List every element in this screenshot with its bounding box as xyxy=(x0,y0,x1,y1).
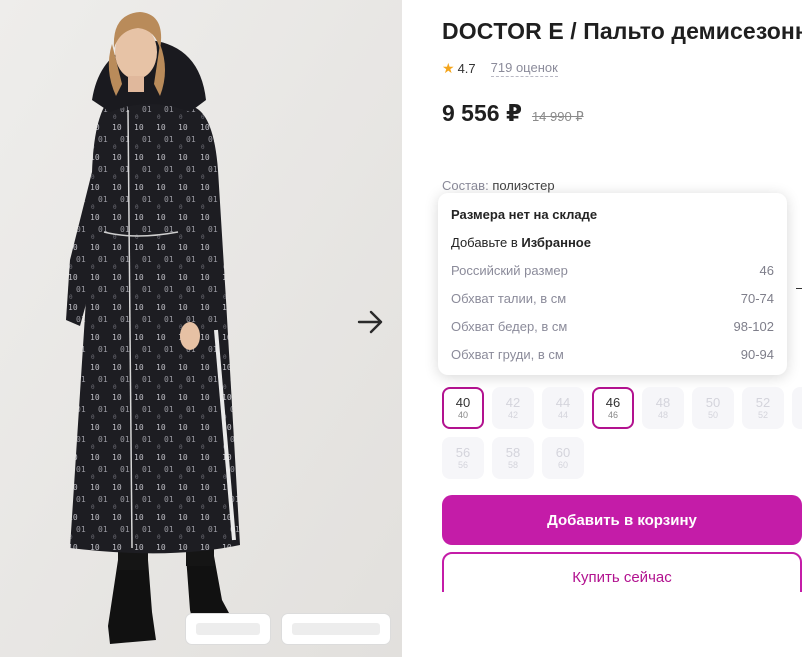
row-label: Обхват груди, в см xyxy=(451,347,564,362)
reviews-link[interactable]: 719 оценок xyxy=(490,60,558,77)
next-image-button[interactable] xyxy=(352,304,388,340)
composition-label: Состав: xyxy=(442,178,489,193)
size-sublabel: 44 xyxy=(557,410,568,420)
size-option-44[interactable]: 44 44 xyxy=(542,387,584,429)
size-sublabel: 60 xyxy=(557,460,568,470)
size-sublabel: 42 xyxy=(507,410,518,420)
size-label: 44 xyxy=(555,395,571,410)
size-label: 50 xyxy=(705,395,721,410)
size-option-54[interactable]: 54 54 xyxy=(792,387,802,429)
thumbnail-placeholder xyxy=(292,623,380,635)
size-option-56[interactable]: 56 56 xyxy=(442,437,484,479)
tooltip-row: Обхват талии, в см 70-74 xyxy=(451,291,774,306)
composition-value: полиэстер xyxy=(492,178,555,193)
favorites-prefix: Добавьте в xyxy=(451,235,518,250)
tooltip-row: Российский размер 46 xyxy=(451,263,774,278)
star-icon: ★ xyxy=(442,60,455,76)
product-title: DOCTOR E / Пальто демисезонное xyxy=(442,18,802,44)
favorites-link[interactable]: Избранное xyxy=(521,235,591,250)
size-sublabel: 48 xyxy=(657,410,668,420)
row-label: Обхват бедер, в см xyxy=(451,319,568,334)
size-sublabel: 40 xyxy=(457,410,468,420)
product-gallery: 10 01 0 xyxy=(0,0,402,657)
divider xyxy=(796,288,802,289)
size-option-50[interactable]: 50 50 xyxy=(692,387,734,429)
arrow-right-icon xyxy=(357,310,383,334)
size-sublabel: 50 xyxy=(707,410,718,420)
tooltip-favorites: Добавьте в Избранное xyxy=(451,235,591,250)
gallery-thumbnail[interactable] xyxy=(186,614,270,644)
row-value: 90-94 xyxy=(740,347,774,362)
tooltip-heading: Размера нет на складе xyxy=(451,207,598,222)
row-label: Обхват талии, в см xyxy=(451,291,567,306)
size-option-52[interactable]: 52 52 xyxy=(742,387,784,429)
row-value: 70-74 xyxy=(740,291,774,306)
size-option-42[interactable]: 42 42 xyxy=(492,387,534,429)
rating-value: 4.7 xyxy=(457,61,476,76)
size-label: 46 xyxy=(605,395,621,410)
size-option-40[interactable]: 40 40 xyxy=(442,387,484,429)
current-price: 9 556 ₽ xyxy=(442,100,522,126)
product-photo: 10 01 0 xyxy=(0,0,402,657)
thumbnail-placeholder xyxy=(196,623,260,635)
product-rating: ★ 4.7 719 оценок xyxy=(442,60,558,77)
add-to-cart-button[interactable]: Добавить в корзину xyxy=(442,495,802,545)
size-sublabel: 52 xyxy=(757,410,768,420)
size-label: 40 xyxy=(455,395,471,410)
product-info-panel: DOCTOR E / Пальто демисезонное ★ 4.7 719… xyxy=(402,0,802,657)
old-price: 14 990 ₽ xyxy=(531,109,584,124)
size-option-60[interactable]: 60 60 xyxy=(542,437,584,479)
size-label: 58 xyxy=(505,445,521,460)
size-option-46[interactable]: 46 46 xyxy=(592,387,634,429)
size-option-48[interactable]: 48 48 xyxy=(642,387,684,429)
size-label: 42 xyxy=(505,395,521,410)
size-sublabel: 58 xyxy=(507,460,518,470)
size-tooltip: Размера нет на складе Добавьте в Избранн… xyxy=(438,193,787,375)
composition: Состав: полиэстер xyxy=(442,178,555,193)
size-label: 56 xyxy=(455,445,471,460)
size-sublabel: 56 xyxy=(457,460,468,470)
size-label: 52 xyxy=(755,395,771,410)
tooltip-row: Обхват бедер, в см 98-102 xyxy=(451,319,774,334)
size-option-58[interactable]: 58 58 xyxy=(492,437,534,479)
size-label: 60 xyxy=(555,445,571,460)
size-label: 48 xyxy=(655,395,671,410)
gallery-thumbnail[interactable] xyxy=(282,614,390,644)
panel-bottom-mask xyxy=(402,592,802,657)
price-block: 9 556 ₽ 14 990 ₽ xyxy=(442,100,584,127)
row-value: 46 xyxy=(759,263,774,278)
tooltip-row: Обхват груди, в см 90-94 xyxy=(451,347,774,362)
size-sublabel: 46 xyxy=(607,410,618,420)
row-label: Российский размер xyxy=(451,263,568,278)
row-value: 98-102 xyxy=(733,319,774,334)
